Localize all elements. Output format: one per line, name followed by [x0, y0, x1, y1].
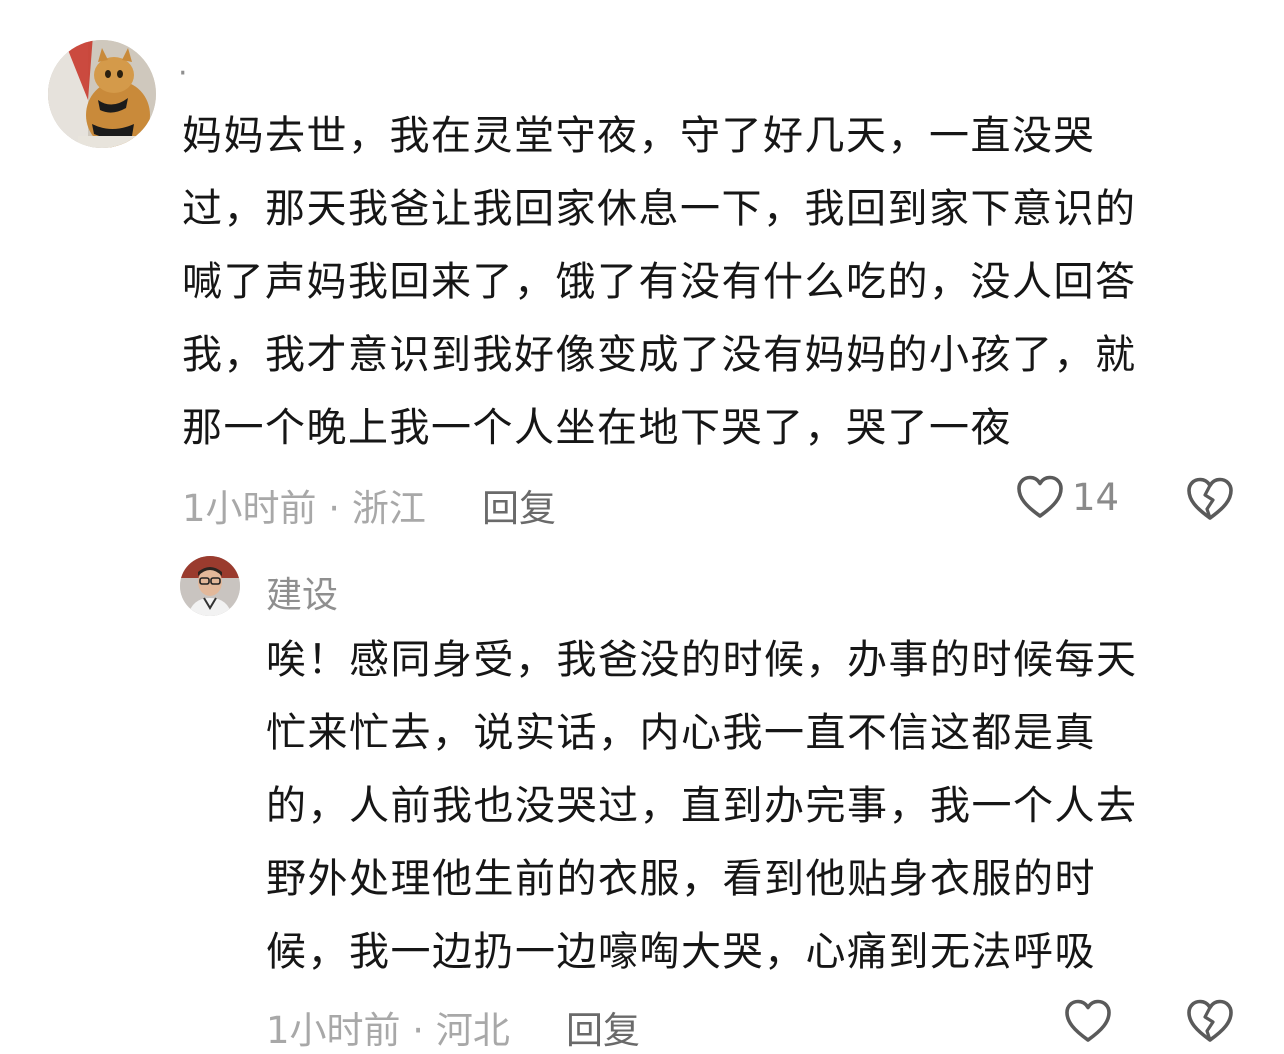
- dislike-button[interactable]: [1186, 998, 1234, 1044]
- heart-icon: [1017, 475, 1063, 518]
- broken-heart-icon: [1187, 999, 1233, 1042]
- comment-1: · 妈妈去世，我在灵堂守夜，守了好几天，一直没哭 过，那天我爸让我回家休息一下，…: [0, 0, 1284, 540]
- like-button[interactable]: 14: [1016, 474, 1119, 520]
- comment-line: 喊了声妈我回来了，饿了有没有什么吃的，没人回答: [182, 259, 1137, 305]
- avatar[interactable]: [180, 556, 240, 616]
- comment-text: 唉！感同身受，我爸没的时候，办事的时候每天 忙来忙去，说实话，内心我一直不信这都…: [266, 624, 1138, 989]
- comment-line: 忙来忙去，说实话，内心我一直不信这都是真: [266, 710, 1096, 756]
- comment-meta: 1小时前 · 河北: [266, 1009, 510, 1052]
- comment-line: 的，人前我也没哭过，直到办完事，我一个人去: [266, 783, 1138, 829]
- username[interactable]: 建设: [266, 566, 338, 618]
- heart-icon: [1065, 999, 1111, 1042]
- comment-line: 那一个晚上我一个人坐在地下哭了，哭了一夜: [182, 405, 1012, 451]
- comment-line: 过，那天我爸让我回家休息一下，我回到家下意识的: [182, 186, 1137, 232]
- comment-line: 野外处理他生前的衣服，看到他贴身衣服的时: [266, 856, 1096, 902]
- like-count: 14: [1072, 475, 1120, 519]
- reply-button[interactable]: 回复: [566, 1000, 640, 1054]
- cat-avatar-icon: [48, 40, 156, 148]
- comment-text: 妈妈去世，我在灵堂守夜，守了好几天，一直没哭 过，那天我爸让我回家休息一下，我回…: [182, 100, 1137, 465]
- username[interactable]: ·: [178, 56, 188, 91]
- dislike-button[interactable]: [1186, 476, 1234, 522]
- reply-button[interactable]: 回复: [482, 478, 556, 532]
- like-button[interactable]: [1064, 998, 1120, 1044]
- comment-line: 唉！感同身受，我爸没的时候，办事的时候每天: [266, 637, 1138, 683]
- broken-heart-icon: [1187, 477, 1233, 520]
- comment-line: 我，我才意识到我好像变成了没有妈妈的小孩了，就: [182, 332, 1137, 378]
- comment-line: 妈妈去世，我在灵堂守夜，守了好几天，一直没哭: [182, 113, 1095, 159]
- man-avatar-icon: [180, 556, 240, 616]
- avatar[interactable]: [48, 40, 156, 148]
- comment-2: 建设 唉！感同身受，我爸没的时候，办事的时候每天 忙来忙去，说实话，内心我一直不…: [0, 540, 1284, 1053]
- comment-line: 候，我一边扔一边嚎啕大哭，心痛到无法呼吸: [266, 929, 1096, 975]
- comment-meta: 1小时前 · 浙江: [182, 487, 426, 530]
